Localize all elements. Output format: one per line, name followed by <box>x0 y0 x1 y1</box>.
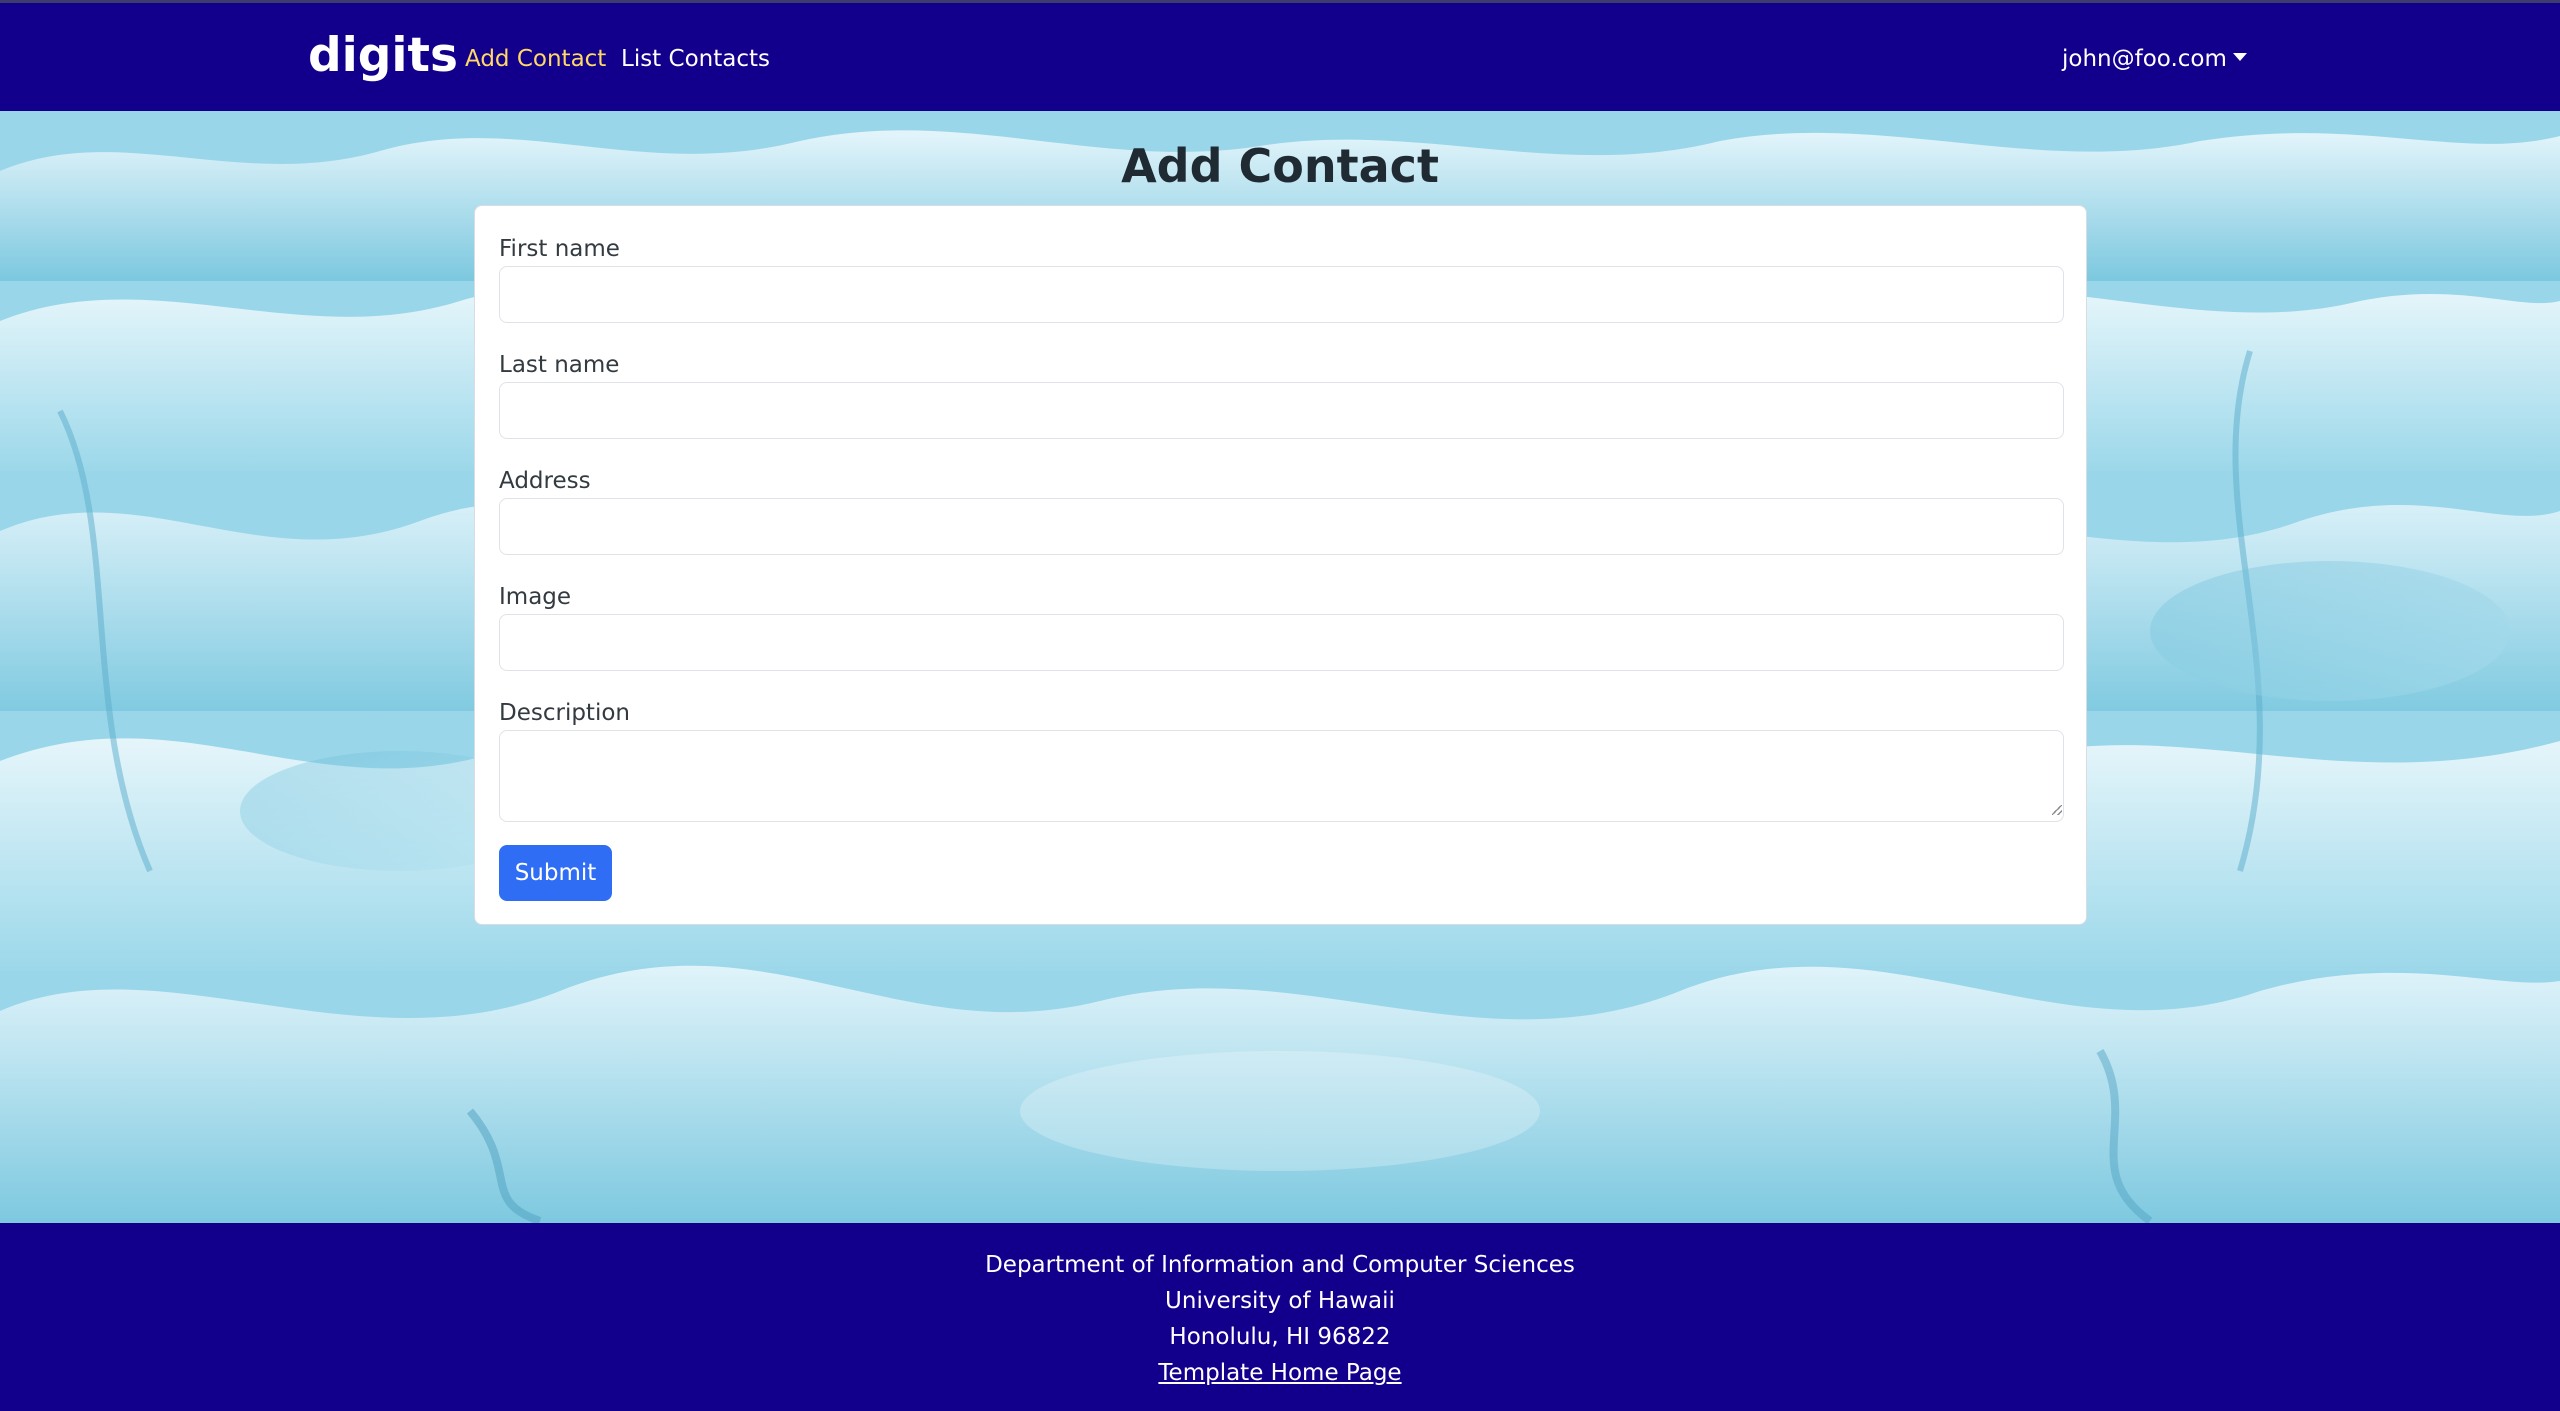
template-home-link[interactable]: Template Home Page <box>1158 1360 1401 1386</box>
user-email: john@foo.com <box>2062 46 2227 72</box>
nav-list-contacts[interactable]: List Contacts <box>621 43 770 75</box>
user-menu-dropdown[interactable]: john@foo.com <box>2062 43 2247 75</box>
footer-university: University of Hawaii <box>1165 1288 1395 1314</box>
footer-department: Department of Information and Computer S… <box>985 1252 1575 1278</box>
brand-logo[interactable]: digits <box>308 25 458 87</box>
first-name-field[interactable] <box>499 266 2064 323</box>
nav-add-contact[interactable]: Add Contact <box>465 43 606 75</box>
last-name-field[interactable] <box>499 382 2064 439</box>
page-title: Add Contact <box>1121 139 1439 193</box>
top-navbar: digits Add Contact List Contacts john@fo… <box>0 0 2560 111</box>
description-label: Description <box>499 700 630 726</box>
address-label: Address <box>499 468 591 494</box>
resize-handle-icon[interactable] <box>2052 805 2062 815</box>
submit-button[interactable]: Submit <box>499 845 612 901</box>
image-label: Image <box>499 584 572 610</box>
footer-address: Honolulu, HI 96822 <box>1169 1324 1391 1350</box>
footer: Department of Information and Computer S… <box>0 1223 2560 1411</box>
footer-link-row: Template Home Page <box>0 1357 2560 1389</box>
chevron-down-icon <box>2232 52 2247 61</box>
add-contact-form: First name Last name Address Image Descr… <box>474 205 2087 925</box>
last-name-label: Last name <box>499 352 620 378</box>
description-field[interactable] <box>499 730 2064 822</box>
image-field[interactable] <box>499 614 2064 671</box>
address-field[interactable] <box>499 498 2064 555</box>
first-name-label: First name <box>499 236 620 262</box>
